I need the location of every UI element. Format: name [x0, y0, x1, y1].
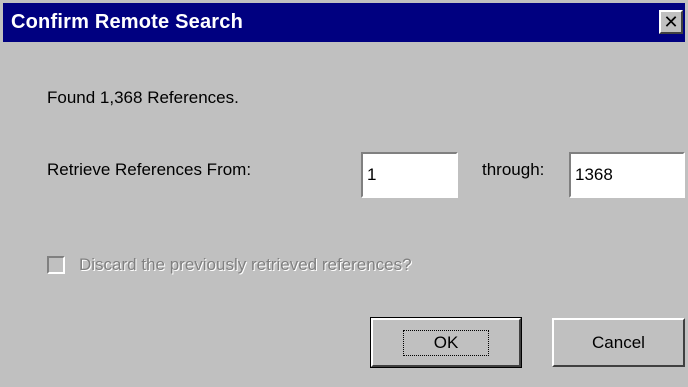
discard-checkbox[interactable] — [47, 256, 65, 274]
cancel-button[interactable]: Cancel — [552, 318, 685, 367]
discard-option[interactable]: Discard the previously retrieved referen… — [47, 255, 412, 275]
ok-button[interactable]: OK — [370, 317, 522, 368]
close-icon: ✕ — [663, 11, 679, 32]
confirm-remote-search-dialog: Confirm Remote Search ✕ Found 1,368 Refe… — [0, 0, 688, 387]
close-button[interactable]: ✕ — [659, 10, 683, 34]
found-references-text: Found 1,368 References. — [47, 88, 239, 107]
title-bar[interactable]: Confirm Remote Search ✕ — [3, 3, 685, 42]
retrieve-from-label: Retrieve References From: — [47, 160, 252, 179]
retrieve-from-field[interactable] — [361, 152, 458, 198]
ok-button-label: OK — [402, 329, 490, 356]
retrieve-through-field[interactable] — [569, 152, 685, 198]
dialog-title: Confirm Remote Search — [11, 11, 244, 33]
through-label: through: — [482, 160, 545, 179]
discard-checkbox-label: Discard the previously retrieved referen… — [79, 255, 412, 274]
cancel-button-label: Cancel — [592, 332, 645, 352]
